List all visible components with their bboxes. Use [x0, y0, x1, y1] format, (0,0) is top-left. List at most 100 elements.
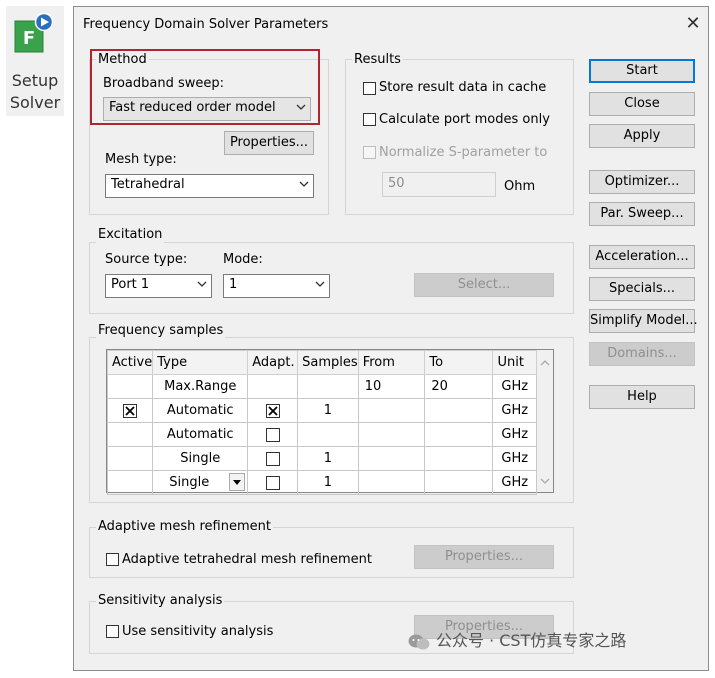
- unit-cell[interactable]: GHz: [492, 422, 537, 447]
- mesh-type-select[interactable]: Tetrahedral: [105, 174, 314, 198]
- from-cell[interactable]: [357, 470, 426, 495]
- table-row: Automatic GHz: [106, 422, 537, 447]
- adaptive-mesh-properties-button[interactable]: Properties...: [414, 545, 554, 569]
- wechat-icon: [408, 634, 430, 649]
- setup-solver-label-line1: Setup: [11, 71, 59, 90]
- help-button[interactable]: Help: [589, 385, 695, 409]
- type-dropdown-button[interactable]: [229, 473, 246, 491]
- mode-value: 1: [229, 277, 238, 292]
- samples-cell[interactable]: [297, 374, 359, 399]
- to-cell[interactable]: [424, 398, 494, 423]
- samples-cell[interactable]: 1: [297, 446, 359, 471]
- adapt-checkbox-checked[interactable]: [265, 403, 280, 418]
- close-icon[interactable]: ✕: [684, 15, 702, 33]
- watermark-text: 公众号 · CST仿真专家之路: [436, 631, 627, 650]
- to-cell[interactable]: [424, 446, 494, 471]
- table-row: Max.Range 10 20 GHz: [106, 374, 537, 399]
- type-dropdown-value: Single: [169, 475, 210, 490]
- specials-button[interactable]: Specials...: [589, 277, 695, 301]
- setup-solver-icon: F: [14, 12, 53, 53]
- type-cell[interactable]: Automatic: [152, 398, 249, 423]
- acceleration-button[interactable]: Acceleration...: [589, 245, 695, 269]
- par-sweep-button[interactable]: Par. Sweep...: [589, 202, 695, 226]
- type-cell[interactable]: Single: [152, 446, 249, 471]
- from-cell[interactable]: 10: [357, 374, 426, 399]
- chevron-down-icon: [197, 281, 207, 287]
- column-header[interactable]: Active: [106, 350, 154, 375]
- mode-label: Mode:: [223, 252, 263, 267]
- type-cell[interactable]: Max.Range: [152, 374, 249, 399]
- apply-button[interactable]: Apply: [589, 124, 695, 148]
- select-port-button[interactable]: Select...: [414, 273, 554, 297]
- type-cell-dropdown[interactable]: Single: [152, 470, 249, 495]
- column-header[interactable]: Adapt.: [247, 350, 299, 375]
- to-cell[interactable]: [424, 470, 494, 495]
- column-header[interactable]: Type: [152, 350, 249, 375]
- unit-cell[interactable]: GHz: [492, 470, 537, 495]
- frequency-samples-legend: Frequency samples: [96, 323, 226, 339]
- mesh-type-label: Mesh type:: [105, 152, 177, 167]
- to-cell[interactable]: 20: [424, 374, 494, 399]
- samples-cell[interactable]: 1: [297, 398, 359, 423]
- frequency-domain-solver-dialog: Frequency Domain Solver Parameters ✕ Met…: [73, 6, 709, 671]
- to-cell[interactable]: [424, 422, 494, 447]
- samples-cell[interactable]: 1: [297, 470, 359, 495]
- unit-cell[interactable]: GHz: [492, 398, 537, 423]
- simplify-model-button[interactable]: Simplify Model...: [589, 309, 698, 333]
- excitation-legend: Excitation: [96, 227, 165, 243]
- normalize-impedance-input[interactable]: 50: [382, 172, 496, 197]
- chevron-down-icon: [299, 181, 309, 187]
- adapt-cell: [247, 398, 299, 423]
- triangle-down-icon: [233, 480, 242, 485]
- close-button[interactable]: Close: [589, 92, 695, 116]
- calculate-port-modes-checkbox[interactable]: [363, 113, 376, 126]
- active-checkbox-checked[interactable]: [123, 403, 138, 418]
- adapt-cell: [247, 446, 299, 471]
- adaptive-mesh-checkbox[interactable]: [106, 553, 119, 566]
- from-cell[interactable]: [357, 422, 426, 447]
- type-cell[interactable]: Automatic: [152, 422, 249, 447]
- optimizer-button[interactable]: Optimizer...: [589, 170, 695, 194]
- active-cell: [106, 470, 154, 495]
- calculate-port-modes-label: Calculate port modes only: [379, 112, 550, 127]
- column-header[interactable]: To: [424, 350, 494, 375]
- chevron-up-icon[interactable]: [540, 360, 550, 366]
- samples-cell[interactable]: [297, 422, 359, 447]
- normalize-s-parameter-label: Normalize S-parameter to: [379, 145, 548, 160]
- svg-text:F: F: [23, 28, 35, 49]
- start-button[interactable]: Start: [589, 59, 695, 83]
- column-header[interactable]: Samples: [297, 350, 359, 375]
- active-cell: [106, 398, 154, 423]
- checkmark-x-icon: [125, 405, 135, 416]
- domains-button[interactable]: Domains...: [589, 342, 695, 366]
- table-row: Single 1 GHz: [106, 446, 537, 471]
- active-cell: [106, 374, 154, 399]
- adapt-cell: [247, 374, 299, 399]
- column-header[interactable]: Unit: [492, 350, 537, 375]
- mesh-type-value: Tetrahedral: [111, 177, 185, 192]
- sensitivity-checkbox[interactable]: [106, 625, 119, 638]
- store-result-label: Store result data in cache: [379, 80, 547, 95]
- mode-select[interactable]: 1: [223, 274, 330, 298]
- frequency-samples-table: Active Type Adapt. Samples From To Unit …: [106, 349, 538, 495]
- adapt-checkbox[interactable]: [265, 427, 280, 442]
- normalize-s-parameter-checkbox[interactable]: [363, 146, 376, 159]
- sensitivity-label: Use sensitivity analysis: [122, 624, 274, 639]
- adapt-cell: [247, 422, 299, 447]
- adapt-checkbox[interactable]: [265, 451, 280, 466]
- source-type-select[interactable]: Port 1: [105, 274, 212, 298]
- method-properties-button[interactable]: Properties...: [224, 131, 314, 155]
- chevron-down-icon[interactable]: [540, 478, 550, 484]
- adapt-checkbox[interactable]: [265, 475, 280, 490]
- unit-cell[interactable]: GHz: [492, 446, 537, 471]
- watermark: 公众号 · CST仿真专家之路: [408, 628, 708, 654]
- impedance-unit-label: Ohm: [504, 179, 536, 194]
- column-header[interactable]: From: [357, 350, 426, 375]
- setup-solver-tool[interactable]: F Setup Solver: [6, 6, 64, 116]
- table-vertical-scrollbar[interactable]: [537, 349, 554, 493]
- unit-cell[interactable]: GHz: [492, 374, 537, 399]
- adapt-cell: [247, 470, 299, 495]
- from-cell[interactable]: [357, 446, 426, 471]
- store-result-checkbox[interactable]: [363, 82, 376, 95]
- from-cell[interactable]: [357, 398, 426, 423]
